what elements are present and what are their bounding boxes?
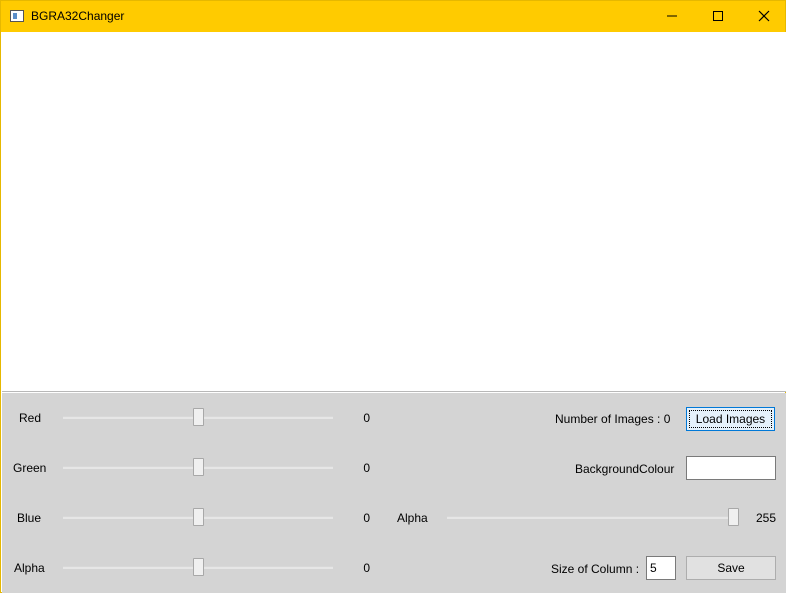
window-title: BGRA32Changer [31, 9, 125, 23]
red-value: 0 [363, 411, 370, 425]
save-button[interactable]: Save [686, 556, 776, 580]
maximize-icon [713, 11, 723, 21]
minimize-button[interactable] [649, 1, 695, 32]
background-alpha-slider-track[interactable] [447, 516, 739, 519]
maximize-button[interactable] [695, 1, 741, 32]
app-window: BGRA32Changer Red 0 Green 0 Blue 0 Alpha… [0, 0, 786, 593]
image-preview-area[interactable] [2, 32, 786, 392]
app-icon [10, 10, 24, 22]
background-alpha-value: 255 [755, 511, 776, 525]
minimize-icon [667, 15, 677, 17]
controls-panel: Red 0 Green 0 Blue 0 Alpha 0 Number of I… [2, 393, 786, 593]
title-bar[interactable]: BGRA32Changer [1, 1, 785, 32]
red-label: Red [19, 411, 42, 425]
close-button[interactable] [741, 1, 786, 32]
alpha-label: Alpha [14, 561, 45, 575]
red-slider-thumb[interactable] [193, 408, 204, 426]
number-of-images-label: Number of Images : 0 [555, 412, 671, 426]
close-icon [758, 10, 770, 22]
size-of-column-label: Size of Column : [551, 562, 640, 576]
blue-label: Blue [17, 511, 42, 525]
green-slider-thumb[interactable] [193, 458, 204, 476]
size-of-column-input[interactable]: 5 [646, 556, 676, 580]
load-images-button[interactable]: Load Images [686, 407, 775, 431]
green-label: Green [13, 461, 47, 475]
blue-slider-thumb[interactable] [193, 508, 204, 526]
background-colour-label: BackgroundColour [575, 462, 675, 476]
alpha-value: 0 [363, 561, 370, 575]
focus-ring [689, 410, 772, 428]
background-colour-swatch[interactable] [686, 456, 776, 480]
alpha-slider-thumb[interactable] [193, 558, 204, 576]
blue-value: 0 [363, 511, 370, 525]
background-alpha-label: Alpha [397, 511, 428, 525]
background-alpha-slider-thumb[interactable] [728, 508, 739, 526]
green-value: 0 [363, 461, 370, 475]
